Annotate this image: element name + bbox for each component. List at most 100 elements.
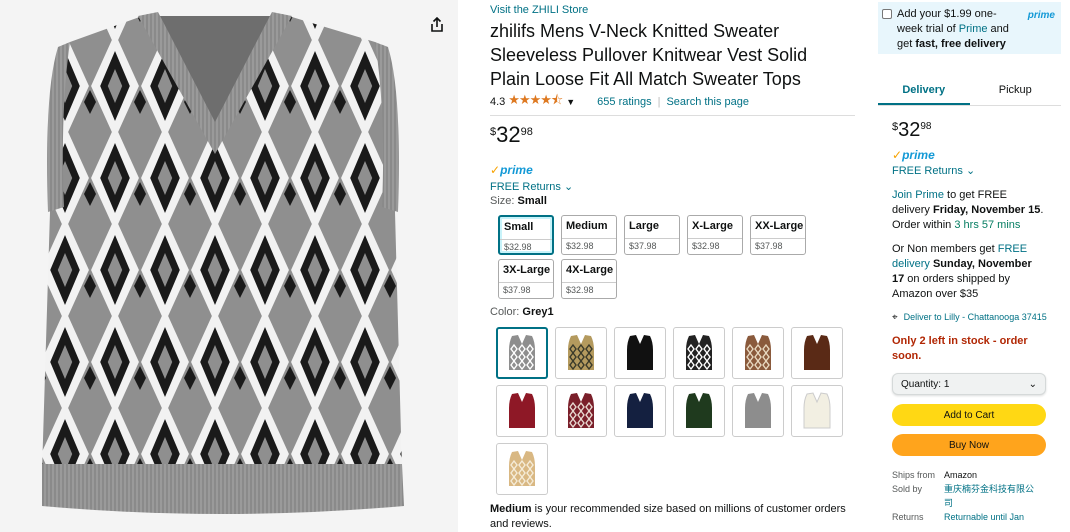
size-option-medium[interactable]: Medium $32.98	[561, 215, 617, 255]
color-swatch[interactable]	[496, 385, 548, 437]
quantity-value: 1	[943, 378, 950, 390]
search-this-page-link[interactable]: Search this page	[666, 96, 749, 108]
sweater-vest-thumbnail	[568, 393, 594, 429]
store-link[interactable]: Visit the ZHILI Store	[490, 4, 855, 18]
color-swatch[interactable]	[496, 443, 548, 495]
join-prime-link[interactable]: Join Prime	[892, 189, 944, 201]
color-swatch[interactable]	[614, 385, 666, 437]
countdown: 3 hrs 57 mins	[954, 219, 1021, 231]
share-icon	[431, 17, 443, 32]
ships-from-row: Ships from Amazon	[892, 468, 1047, 482]
size-option-xx-large[interactable]: XX-Large $37.98	[750, 215, 806, 255]
free-returns[interactable]: FREE Returns ⌄	[490, 180, 855, 195]
vest-body	[627, 335, 653, 370]
prime-badge: ✓prime	[892, 148, 1047, 162]
size-price: $37.98	[751, 238, 805, 251]
color-swatch[interactable]	[496, 327, 548, 379]
returns-policy-link[interactable]: Returnable until Jan	[944, 510, 1040, 524]
deliver-to-location[interactable]: ⌖ Deliver to Lilly - Chattanooga 37415	[892, 311, 1047, 324]
sold-by-row: Sold by 重庆楠芬金科技有限公司	[892, 482, 1047, 510]
buy-now-button[interactable]: Buy Now	[892, 434, 1046, 456]
prime-label: prime	[500, 163, 533, 177]
sold-by-link[interactable]: 重庆楠芬金科技有限公司	[944, 482, 1040, 510]
size-name: 3X-Large	[503, 264, 551, 276]
price-fraction: 98	[520, 126, 533, 138]
size-option-x-large[interactable]: X-Large $32.98	[687, 215, 743, 255]
product-image[interactable]	[30, 2, 420, 530]
color-swatch[interactable]	[732, 327, 784, 379]
prime-trial-offer[interactable]: Add your $1.99 one-week trial of Prime a…	[878, 2, 1061, 54]
stock-status: Only 2 left in stock - order soon.	[892, 335, 1028, 362]
sweater-vest-thumbnail	[509, 451, 535, 487]
chevron-down-icon[interactable]: ⌄	[564, 181, 573, 193]
free-returns-label[interactable]: FREE Returns	[490, 181, 561, 193]
buy-box-content: $ 32 98 ✓prime FREE Returns ⌄ Join Prime…	[878, 119, 1061, 524]
size-option-4x-large[interactable]: 4X-Large $32.98	[561, 259, 617, 299]
color-swatch[interactable]	[673, 327, 725, 379]
prime-delivery-info: Join Prime to get FREE delivery Friday, …	[892, 188, 1047, 233]
vest-body	[627, 393, 653, 428]
rating-row: 4.3 ★★★★⯪ ▼ 655 ratings | Search this pa…	[490, 91, 855, 113]
product-image-panel[interactable]	[0, 0, 458, 532]
prime-label: prime	[902, 148, 935, 162]
quantity-label: Quantity:	[901, 378, 942, 390]
ratings-link[interactable]: 655 ratings	[597, 96, 651, 108]
size-price: $32.98	[500, 239, 552, 252]
color-label: Color: Grey1	[490, 306, 855, 320]
sweater-vest-thumbnail	[568, 335, 594, 371]
color-swatch[interactable]	[732, 385, 784, 437]
tab-delivery[interactable]: Delivery	[878, 74, 970, 105]
size-name: XX-Large	[755, 220, 804, 232]
product-title: zhilifs Mens V-Neck Knitted Sweater Slee…	[490, 21, 808, 89]
prime-link[interactable]: Prime	[959, 23, 988, 35]
size-price: $32.98	[688, 238, 742, 251]
size-name: Small	[504, 221, 534, 233]
color-swatch[interactable]	[791, 327, 843, 379]
vest-body	[686, 393, 712, 428]
free-returns[interactable]: FREE Returns ⌄	[892, 164, 1047, 179]
size-option-3x-large[interactable]: 3X-Large $37.98	[498, 259, 554, 299]
product-price: $ 32 98	[490, 123, 855, 151]
color-swatch[interactable]	[555, 327, 607, 379]
chevron-down-icon[interactable]: ▼	[566, 97, 575, 107]
chevron-down-icon[interactable]: ⌄	[966, 165, 975, 177]
size-price: $37.98	[625, 238, 679, 251]
size-option-large[interactable]: Large $37.98	[624, 215, 680, 255]
vest-body	[803, 392, 831, 429]
buy-box-price: $ 32 98	[892, 119, 1047, 143]
color-swatch[interactable]	[555, 385, 607, 437]
prime-check-icon: ✓	[490, 163, 501, 177]
color-swatch[interactable]	[791, 385, 843, 437]
color-swatch[interactable]	[673, 385, 725, 437]
sweater-vest-thumbnail	[627, 335, 653, 370]
size-selected: Small	[517, 195, 547, 207]
returns-label: Returns	[892, 512, 924, 522]
returns-row: Returns Returnable until Jan	[892, 510, 1047, 524]
nonmember-suffix: on orders shipped by Amazon over $35	[892, 273, 1011, 300]
prime-trial-checkbox[interactable]	[882, 9, 892, 19]
deliver-to-text[interactable]: Deliver to Lilly - Chattanooga 37415	[904, 311, 1047, 324]
sold-by-label: Sold by	[892, 484, 923, 494]
tab-pickup[interactable]: Pickup	[970, 74, 1062, 105]
prime-logo-icon: prime	[1027, 10, 1055, 21]
delivery-tabs: Delivery Pickup	[878, 74, 1061, 106]
rating-value: 4.3	[490, 96, 506, 108]
chevron-down-icon: ⌄	[1028, 378, 1037, 390]
add-to-cart-button[interactable]: Add to Cart	[892, 404, 1046, 426]
star-rating-icon[interactable]: ★★★★⯪	[508, 91, 563, 113]
color-selected: Grey1	[522, 306, 554, 318]
vest-body	[509, 393, 535, 428]
vest-body	[745, 393, 771, 428]
color-swatch[interactable]	[614, 327, 666, 379]
size-option-small[interactable]: Small $32.98	[498, 215, 554, 255]
nonmember-prefix: Or Non members get	[892, 243, 998, 255]
vest-body	[804, 335, 830, 370]
free-returns-label[interactable]: FREE Returns	[892, 165, 963, 177]
quantity-select[interactable]: Quantity: 1 ⌄	[892, 373, 1046, 395]
size-name: Large	[629, 220, 659, 232]
sweater-vest-thumbnail	[804, 335, 830, 370]
share-button[interactable]	[426, 14, 448, 36]
separator: |	[657, 96, 661, 108]
product-details: Visit the ZHILI Store zhilifs Mens V-Nec…	[490, 4, 855, 532]
color-swatches	[496, 327, 855, 495]
